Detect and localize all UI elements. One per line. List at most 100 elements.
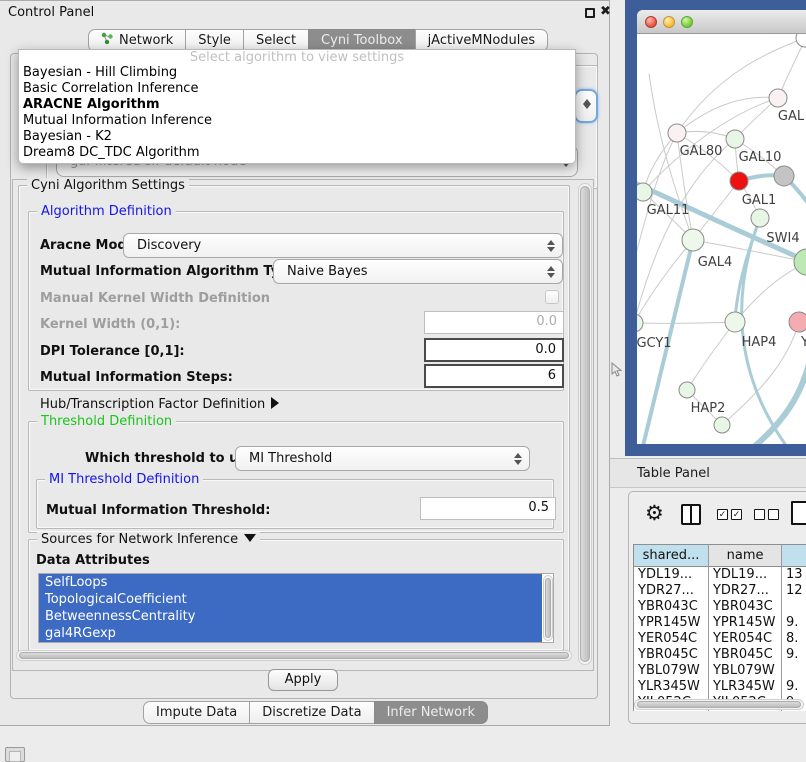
mi-steps-field[interactable]: 6 bbox=[424, 364, 564, 388]
table-panel-title: Table Panel bbox=[637, 466, 710, 481]
mi-threshold-field[interactable]: 0.5 bbox=[420, 497, 556, 520]
gear-icon[interactable]: ⚙ bbox=[645, 502, 664, 524]
settings-vertical-scrollbar[interactable] bbox=[578, 183, 592, 665]
tab-impute-data[interactable]: Impute Data bbox=[143, 701, 250, 724]
table-row[interactable]: YLR345WYLR345W9. bbox=[634, 679, 806, 695]
tab-discretize-data[interactable]: Discretize Data bbox=[249, 701, 374, 724]
split-columns-icon[interactable] bbox=[681, 504, 701, 525]
network-node-gal1[interactable] bbox=[730, 172, 748, 190]
table-cell bbox=[782, 663, 806, 679]
attribute-list-item[interactable]: TopologicalCoefficient bbox=[39, 591, 542, 608]
table-horizontal-scrollbar[interactable] bbox=[634, 699, 804, 710]
network-node-gal10[interactable] bbox=[726, 130, 744, 148]
float-window-icon[interactable] bbox=[585, 8, 595, 18]
attributes-list-scrollbar[interactable] bbox=[543, 575, 553, 641]
mouse-cursor bbox=[611, 362, 622, 381]
table-cell: YPR145W bbox=[709, 615, 782, 631]
table-row[interactable]: YBR043CYBR043C bbox=[634, 599, 806, 615]
sources-title-label: Sources for Network Inference bbox=[41, 532, 238, 547]
column-header[interactable]: shared... bbox=[634, 545, 709, 567]
aracne-mode-combo[interactable]: Discovery bbox=[123, 233, 563, 258]
tab-label: Select bbox=[256, 33, 296, 48]
dropdown-item[interactable]: Bayesian - K2 bbox=[19, 129, 575, 145]
mi-type-combo[interactable]: Naive Bayes bbox=[273, 259, 563, 284]
sources-title[interactable]: Sources for Network Inference bbox=[37, 532, 260, 547]
table-cell: 9. bbox=[782, 615, 806, 631]
close-traffic-icon[interactable] bbox=[645, 16, 657, 28]
column-header[interactable] bbox=[782, 545, 806, 567]
network-node-gal[interactable] bbox=[769, 89, 787, 107]
network-node-gal11[interactable] bbox=[637, 183, 652, 201]
apply-button[interactable]: Apply bbox=[268, 669, 338, 691]
table-cell: 9. bbox=[782, 647, 806, 663]
network-node-swi4[interactable] bbox=[751, 209, 769, 227]
aracne-mode-value: Discovery bbox=[137, 238, 201, 253]
network-window-titlebar[interactable] bbox=[637, 10, 806, 34]
network-node[interactable] bbox=[774, 166, 794, 186]
dropdown-item[interactable]: Dream8 DC_TDC Algorithm bbox=[19, 145, 575, 161]
algorithm-combo-spinner[interactable] bbox=[574, 89, 598, 123]
network-edge[interactable] bbox=[778, 40, 805, 98]
table-row[interactable]: YBL079WYBL079W bbox=[634, 663, 806, 679]
table-row[interactable]: YER054CYER054C8. bbox=[634, 631, 806, 647]
network-node[interactable] bbox=[794, 249, 806, 275]
zoom-traffic-icon[interactable] bbox=[681, 16, 693, 28]
tab-infer-network[interactable]: Infer Network bbox=[374, 701, 488, 724]
dropdown-item[interactable]: ARACNE Algorithm bbox=[19, 97, 575, 113]
attribute-list-item[interactable]: gal4RGexp bbox=[39, 625, 542, 642]
table-cell: YBR045C bbox=[634, 647, 709, 663]
network-node-label: GAL10 bbox=[739, 150, 782, 165]
dpi-tolerance-label: DPI Tolerance [0,1]: bbox=[40, 344, 185, 359]
network-node[interactable] bbox=[714, 417, 730, 433]
network-node-y[interactable] bbox=[789, 312, 806, 332]
network-node-gal4[interactable] bbox=[682, 229, 704, 251]
network-edge[interactable] bbox=[687, 322, 735, 390]
dropdown-item[interactable]: Basic Correlation Inference bbox=[19, 81, 575, 97]
collapsed-panel-icon[interactable] bbox=[5, 747, 25, 762]
network-node-gcy1[interactable] bbox=[637, 314, 643, 332]
which-threshold-combo[interactable]: MI Threshold bbox=[235, 446, 530, 471]
table-row[interactable]: YPR145WYPR145W9. bbox=[634, 615, 806, 631]
network-node-hap2[interactable] bbox=[679, 382, 695, 398]
data-attributes-list[interactable]: SelfLoopsTopologicalCoefficientBetweenne… bbox=[38, 573, 554, 643]
table-row[interactable]: YBR045CYBR045C9. bbox=[634, 647, 806, 663]
network-node-label: SWI4 bbox=[766, 231, 799, 246]
network-node[interactable] bbox=[796, 34, 806, 47]
table-cell: YDR27... bbox=[709, 583, 782, 599]
network-node-label: HAP2 bbox=[691, 401, 726, 416]
mi-type-label: Mutual Information Algorithm Type: bbox=[40, 264, 303, 279]
minimize-traffic-icon[interactable] bbox=[663, 16, 675, 28]
network-node-gal80[interactable] bbox=[668, 124, 686, 142]
close-icon[interactable]: ✖ bbox=[600, 4, 611, 19]
deselect-all-icon[interactable] bbox=[754, 509, 779, 520]
network-canvas[interactable]: GALGAL80GAL10GAL1GAL11SWI4GAL4GCY1HAP4YH… bbox=[637, 34, 806, 444]
dropdown-item[interactable]: Bayesian - Hill Climbing bbox=[19, 65, 575, 81]
column-header[interactable]: name bbox=[709, 545, 782, 567]
dpi-tolerance-field[interactable]: 0.0 bbox=[424, 338, 564, 362]
node-table[interactable]: shared...nameYDL19...YDL19...13YDR27...Y… bbox=[633, 544, 806, 711]
attribute-list-item[interactable]: SelfLoops bbox=[39, 574, 542, 591]
hub-section-toggle[interactable]: Hub/Transcription Factor Definition bbox=[40, 397, 279, 412]
network-edge[interactable] bbox=[677, 97, 778, 133]
settings-horizontal-scrollbar[interactable] bbox=[16, 650, 572, 661]
mi-type-value: Naive Bayes bbox=[287, 264, 367, 279]
network-node-label: GCY1 bbox=[637, 336, 672, 351]
dropdown-item[interactable]: Mutual Information Inference bbox=[19, 113, 575, 129]
attribute-list-item[interactable]: BetweennessCentrality bbox=[39, 608, 542, 625]
network-node-label: GAL bbox=[778, 109, 805, 124]
hub-section-label: Hub/Transcription Factor Definition bbox=[40, 397, 265, 412]
manual-kernel-checkbox[interactable] bbox=[545, 290, 559, 304]
table-cell: YLR345W bbox=[634, 679, 709, 695]
table-cell: YBR043C bbox=[709, 599, 782, 615]
table-row[interactable]: YDR27...YDR27...12 bbox=[634, 583, 806, 599]
network-edge[interactable] bbox=[637, 322, 735, 323]
table-row[interactable]: YDL19...YDL19...13 bbox=[634, 567, 806, 583]
kernel-width-field[interactable]: 0.0 bbox=[424, 311, 564, 334]
document-icon[interactable] bbox=[791, 501, 806, 525]
algorithm-dropdown-popup: Select algorithm to view settings Bayesi… bbox=[18, 49, 576, 164]
network-node-label: HAP4 bbox=[742, 335, 777, 350]
network-edge-thick[interactable] bbox=[637, 184, 806, 262]
table-cell: 8. bbox=[782, 631, 806, 647]
network-node-hap4[interactable] bbox=[725, 312, 745, 332]
select-all-icon[interactable]: ✓✓ bbox=[717, 509, 742, 520]
